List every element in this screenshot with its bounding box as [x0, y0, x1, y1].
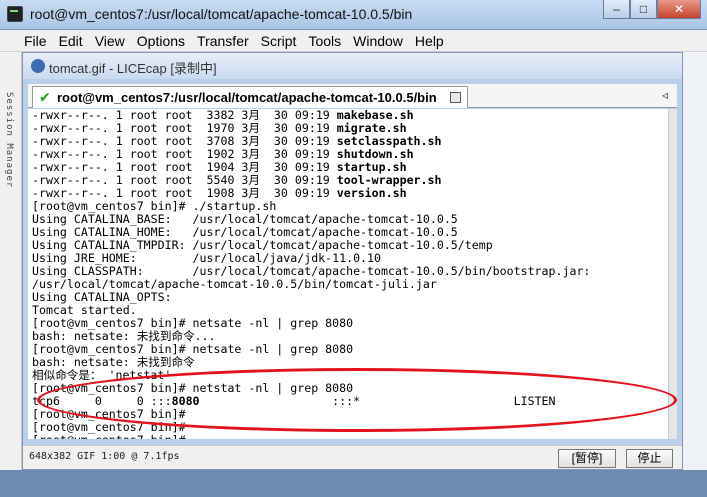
- file-name: tool-wrapper.sh: [336, 173, 442, 187]
- menu-edit[interactable]: Edit: [53, 30, 89, 51]
- check-icon: ✔: [39, 89, 51, 105]
- menu-help[interactable]: Help: [409, 30, 450, 51]
- licecap-status-bar: 648x382 GIF 1:00 @ 7.1fps [暂停] 停止: [23, 445, 682, 469]
- recording-status: 648x382 GIF 1:00 @ 7.1fps: [29, 451, 180, 462]
- stop-button[interactable]: 停止: [626, 449, 673, 468]
- menu-view[interactable]: View: [89, 30, 131, 51]
- netstat-port: 8080: [171, 394, 200, 408]
- file-attributes: -rwxr--r--. 1 root root 1902 3月 30 09:19: [32, 147, 337, 161]
- session-tab[interactable]: ✔ root@vm_centos7:/usr/local/tomcat/apac…: [32, 86, 468, 108]
- menu-file[interactable]: File: [18, 30, 53, 51]
- minimize-button[interactable]: –: [603, 0, 630, 19]
- netstat-state-cols: :::* LISTEN: [199, 394, 556, 408]
- menu-options[interactable]: Options: [131, 30, 191, 51]
- close-button[interactable]: ✕: [657, 0, 701, 19]
- prompt-line: [root@vm_centos7 bin]#: [28, 434, 668, 440]
- file-attributes: -rwxr--r--. 1 root root 5540 3月 30 09:19: [32, 173, 337, 187]
- netstat-proto-cols: tcp6 0 0 :::: [32, 394, 172, 408]
- licecap-title-bar: tomcat.gif - LICEcap [录制中]: [23, 53, 682, 79]
- window-title: root@vm_centos7:/usr/local/tomcat/apache…: [30, 6, 413, 22]
- menu-bar: File Edit View Options Transfer Script T…: [0, 30, 707, 52]
- session-manager-panel[interactable]: Session Manager: [0, 52, 22, 470]
- desktop: root@vm_centos7:/usr/local/tomcat/apache…: [0, 0, 707, 497]
- file-name: startup.sh: [336, 160, 407, 174]
- licecap-icon: [31, 59, 45, 73]
- licecap-window: tomcat.gif - LICEcap [录制中] ✔ root@vm_cen…: [22, 52, 683, 470]
- licecap-title: tomcat.gif - LICEcap [录制中]: [49, 61, 217, 76]
- window-controls: – □ ✕: [603, 0, 701, 19]
- terminal-icon: [7, 6, 23, 22]
- file-name: setclasspath.sh: [336, 134, 442, 148]
- menu-window[interactable]: Window: [347, 30, 409, 51]
- terminal-scrollbar[interactable]: [669, 109, 677, 439]
- menu-script[interactable]: Script: [255, 30, 303, 51]
- file-name: shutdown.sh: [336, 147, 414, 161]
- pause-button[interactable]: [暂停]: [558, 449, 616, 468]
- outer-title-bar: root@vm_centos7:/usr/local/tomcat/apache…: [0, 0, 707, 30]
- file-name: version.sh: [336, 186, 407, 200]
- tab-close-icon[interactable]: [450, 92, 461, 103]
- menu-transfer[interactable]: Transfer: [191, 30, 255, 51]
- terminal-output[interactable]: -rwxr--r--. 1 root root 3382 3月 30 09:19…: [28, 109, 668, 439]
- maximize-button[interactable]: □: [630, 0, 657, 19]
- file-attributes: -rwxr--r--. 1 root root 3708 3月 30 09:19: [32, 134, 337, 148]
- tab-scroll-left-icon[interactable]: ◃: [662, 88, 668, 102]
- file-attributes: -rwxr--r--. 1 root root 1970 3月 30 09:19: [32, 121, 337, 135]
- file-name: migrate.sh: [336, 121, 407, 135]
- file-attributes: -rwxr--r--. 1 root root 1904 3月 30 09:19: [32, 160, 337, 174]
- right-panel: [683, 52, 707, 470]
- tab-title: root@vm_centos7:/usr/local/tomcat/apache…: [57, 90, 437, 105]
- file-attributes: -rwxr--r--. 1 root root 1908 3月 30 09:19: [32, 186, 337, 200]
- menu-tools[interactable]: Tools: [302, 30, 347, 51]
- session-tab-bar: ✔ root@vm_centos7:/usr/local/tomcat/apac…: [28, 84, 677, 108]
- session-manager-label: Session Manager: [4, 92, 14, 189]
